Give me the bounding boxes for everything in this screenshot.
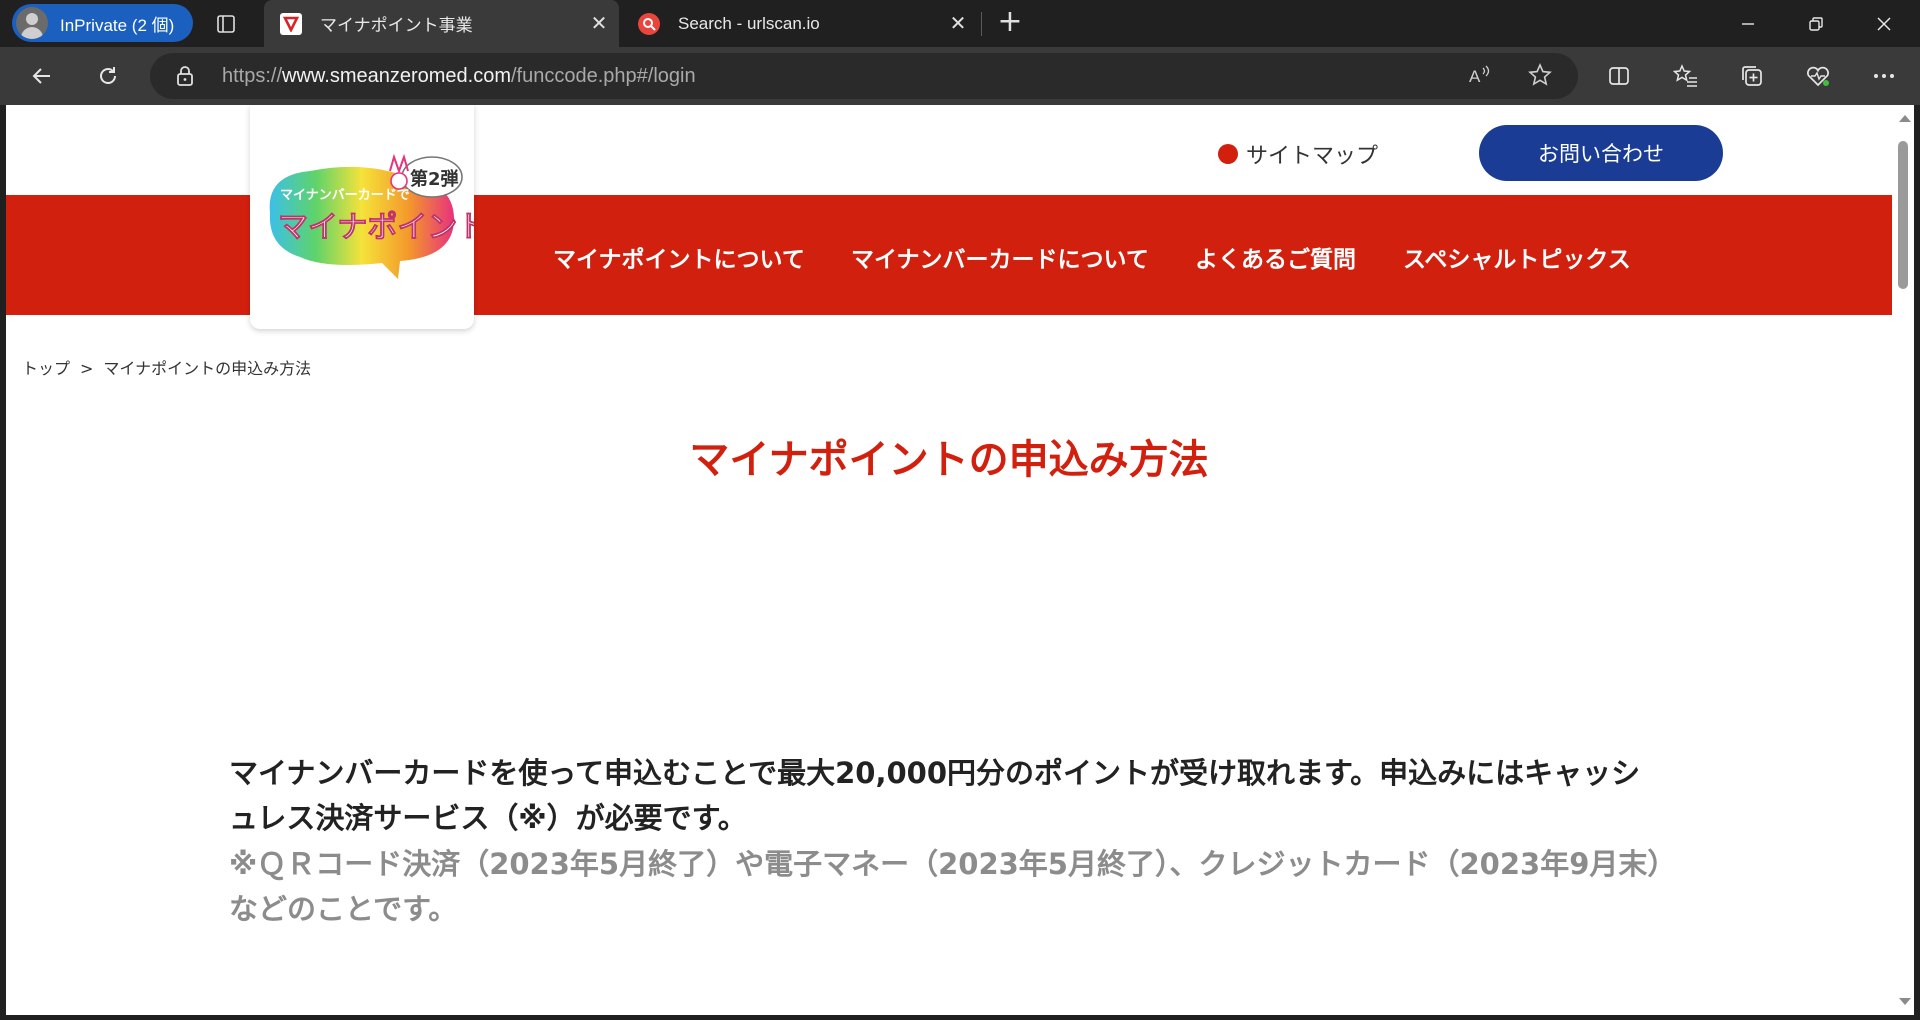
- note-text: ※ＱＲコード決済（2023年5月終了）や電子マネー（2023年5月終了）、クレジ…: [229, 847, 1662, 926]
- tab-title: マイナポイント事業: [320, 16, 473, 35]
- browser-tab-strip: InPrivate (2 個) マイナポイント事業 ✕ Search - url…: [0, 0, 1920, 47]
- tab-separator: [981, 12, 982, 36]
- url-host: www.smeanzeromed.com: [282, 65, 511, 87]
- scrollbar-thumb[interactable]: [1898, 141, 1908, 289]
- favorites-icon[interactable]: [1668, 59, 1704, 93]
- lock-icon[interactable]: [176, 65, 194, 91]
- new-tab-icon[interactable]: +: [995, 7, 1025, 38]
- sitemap-label: サイトマップ: [1246, 143, 1379, 168]
- restore-icon[interactable]: [1782, 0, 1850, 47]
- url-path: /funccode.php#/login: [511, 65, 696, 87]
- urlscan-favicon-icon: [638, 12, 660, 35]
- svg-text:マイナンバーカードで: マイナンバーカードで: [280, 188, 410, 203]
- svg-text:A: A: [1469, 67, 1481, 86]
- page-title: マイナポイントの申込み方法: [689, 437, 1209, 483]
- nav-item-special-topics[interactable]: スペシャルトピックス: [1403, 240, 1631, 274]
- back-icon[interactable]: [24, 59, 60, 93]
- mynapoint-favicon-icon: [280, 12, 302, 35]
- contact-button[interactable]: お問い合わせ: [1479, 125, 1723, 181]
- profile-avatar: [16, 7, 48, 39]
- intro-text: マイナンバーカードを使って申込むことで最大20,000円分のポイントが受け取れま…: [229, 756, 1641, 835]
- favorite-star-icon[interactable]: [1528, 63, 1552, 93]
- split-screen-icon[interactable]: [1601, 59, 1637, 93]
- sitemap-bullet-icon: [1218, 144, 1238, 164]
- window-border: [1914, 105, 1920, 1020]
- browser-toolbar: https://www.smeanzeromed.com/funccode.ph…: [0, 47, 1920, 105]
- inprivate-profile-button[interactable]: InPrivate (2 個): [12, 4, 193, 42]
- nav-item-about-mynumber-card[interactable]: マイナンバーカードについて: [851, 240, 1149, 274]
- page-viewport: 第2弾 マイナンバーカードで マイナポイント サイトマップ お問い合わせ マイナ…: [6, 105, 1892, 1015]
- mynapoint-logo-icon: 第2弾 マイナンバーカードで マイナポイント: [269, 153, 488, 279]
- site-logo[interactable]: 第2弾 マイナンバーカードで マイナポイント: [250, 105, 488, 329]
- svg-text:マイナポイント: マイナポイント: [278, 210, 474, 245]
- tab-close-icon[interactable]: ✕: [587, 11, 611, 36]
- url-text: https://www.smeanzeromed.com/funccode.ph…: [222, 65, 696, 88]
- scroll-up-icon[interactable]: [1899, 115, 1911, 122]
- breadcrumb-separator: >: [80, 359, 94, 378]
- more-options-icon[interactable]: [1866, 59, 1902, 93]
- page-scrollbar[interactable]: [1892, 105, 1914, 1015]
- scroll-down-icon[interactable]: [1899, 998, 1911, 1005]
- tab-urlscan[interactable]: Search - urlscan.io ✕: [628, 0, 978, 47]
- svg-text:第2弾: 第2弾: [410, 168, 459, 190]
- window-border: [0, 1015, 1920, 1020]
- inprivate-label: InPrivate (2 個): [60, 15, 175, 35]
- nav-item-about-mynapoint[interactable]: マイナポイントについて: [553, 240, 805, 274]
- collections-icon[interactable]: [1734, 59, 1770, 93]
- refresh-icon[interactable]: [90, 59, 126, 93]
- window-close-icon[interactable]: [1850, 0, 1918, 47]
- sitemap-link[interactable]: サイトマップ: [1218, 138, 1378, 170]
- url-scheme: https://: [222, 65, 283, 87]
- browser-essentials-icon[interactable]: [1800, 59, 1836, 93]
- tab-mynapoint[interactable]: マイナポイント事業 ✕: [264, 0, 619, 47]
- nav-item-faq[interactable]: よくあるご質問: [1195, 240, 1356, 274]
- tab-title: Search - urlscan.io: [678, 13, 820, 33]
- tab-actions-icon[interactable]: [212, 10, 240, 38]
- breadcrumb-current: マイナポイントの申込み方法: [103, 359, 312, 378]
- breadcrumb: トップ > マイナポイントの申込み方法: [22, 355, 311, 379]
- tab-close-icon[interactable]: ✕: [946, 11, 970, 36]
- minimize-icon[interactable]: [1714, 0, 1782, 47]
- read-aloud-icon[interactable]: A: [1468, 63, 1492, 93]
- breadcrumb-home-link[interactable]: トップ: [22, 359, 70, 378]
- address-bar[interactable]: https://www.smeanzeromed.com/funccode.ph…: [150, 53, 1578, 99]
